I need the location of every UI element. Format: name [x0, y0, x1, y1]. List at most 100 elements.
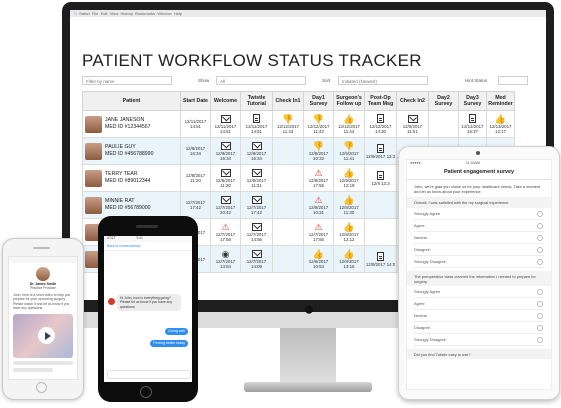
status-cell[interactable]: 12/8/2017 14:0	[364, 245, 397, 273]
patient-id-text: MED ID #89012344	[105, 178, 151, 184]
status-cell[interactable]	[272, 137, 304, 165]
status-cell[interactable]	[364, 218, 397, 246]
status-cell[interactable]: 12/8/2017 11:20	[210, 164, 241, 192]
status-cell[interactable]: ⚠ 12/7/2017 17:56	[303, 218, 334, 246]
column-header[interactable]: Start Date	[180, 91, 211, 111]
status-cell[interactable]: 👍 12/13/2017 12:17	[486, 110, 515, 138]
sort-label: Sort	[322, 78, 331, 83]
column-header[interactable]: Day2 Survey	[428, 91, 459, 111]
column-header[interactable]: Check In2	[396, 91, 429, 111]
envelope-icon	[220, 141, 231, 150]
column-header[interactable]: Med Reminder	[486, 91, 515, 111]
patient-id-text: MED ID #12344567	[105, 124, 151, 130]
status-cell[interactable]: 👍 12/8/2017 13:16	[333, 245, 365, 273]
status-cell[interactable]	[364, 191, 397, 219]
status-cell[interactable]: 👍 12/8/2017 12:12	[333, 218, 365, 246]
thumbs-up-icon: 👍	[343, 113, 355, 124]
status-cell[interactable]: 12/13/2017 16:37	[458, 110, 487, 138]
status-cell[interactable]: 👍 12/8/2017 11:30	[333, 191, 365, 219]
status-cell[interactable]: 12/11/2017 14:51	[240, 110, 273, 138]
status-cell[interactable]: 12/7/2017 20:42	[210, 191, 241, 219]
home-button[interactable]	[140, 386, 152, 398]
received-message: Hi John, how is everything going? Please…	[117, 294, 181, 312]
status-cell[interactable]: 👍 12/8/2017 10:53	[303, 245, 334, 273]
status-cell[interactable]: 12/7/2017 14:56	[240, 218, 273, 246]
message-input[interactable]	[107, 370, 191, 379]
status-cell[interactable]	[272, 164, 304, 192]
question-text: Overall, I was satisfied with the my sur…	[414, 200, 510, 206]
hint-status-input[interactable]	[498, 76, 528, 85]
status-timestamp: 12/8/2017 13:16	[339, 258, 359, 269]
patient-name-text: PAULIE GUY	[105, 144, 136, 150]
status-cell[interactable]: 12/9/2017 13:3	[364, 137, 397, 165]
status-time: 9:41	[136, 236, 143, 240]
patient-id-text: MED ID #456788990	[105, 151, 154, 157]
video-thumbnail[interactable]	[13, 314, 73, 359]
column-header[interactable]: Check In1	[272, 91, 304, 111]
message-body: John, here is a short video to help you …	[13, 292, 71, 311]
status-cell[interactable]: 👎 12/9/2017 10:32	[303, 137, 334, 165]
filter-name-input[interactable]: Filter by name	[82, 76, 172, 85]
status-cell[interactable]: 👎 12/9/2017 11:41	[333, 137, 365, 165]
patient-cell[interactable]: MINNIE RAT MED ID #56789000	[82, 191, 181, 219]
start-date-cell: 12/8/2017 11:20	[180, 164, 211, 192]
status-timestamp: 12/8/2017 16:34	[246, 150, 267, 161]
survey-option[interactable]: Neutral	[414, 232, 544, 244]
thumbs-down-icon: 👎	[312, 113, 325, 124]
status-cell[interactable]	[272, 191, 304, 219]
patient-name: JANE JANESON MED ID #12344567	[105, 117, 151, 131]
survey-option[interactable]: Agree	[414, 298, 544, 311]
show-select[interactable]: All	[216, 76, 306, 85]
status-cell[interactable]: 12/7/2017 14:09	[240, 245, 273, 273]
status-cell[interactable]: 12/9 13:3	[364, 164, 397, 192]
speaker-icon	[33, 247, 50, 249]
status-cell[interactable]: 12/8/2017 11:31	[240, 164, 273, 192]
status-cell[interactable]: 12/11/2017 14:51	[210, 110, 241, 138]
column-header[interactable]: Welcome	[210, 91, 241, 111]
survey-option[interactable]: Strongly Agree	[414, 208, 544, 220]
warning-icon: ⚠	[314, 221, 323, 232]
status-cell[interactable]: 12/7/2017 17:42	[240, 191, 273, 219]
status-cell[interactable]	[272, 245, 304, 273]
status-cell[interactable]: ⚠ 12/8/2017 10:31	[303, 191, 334, 219]
status-cell[interactable]: ⚠ 12/7/2017 17:56	[210, 218, 241, 246]
survey-option[interactable]: Strongly Disagree	[414, 256, 544, 268]
status-cell[interactable]: ⚠ 12/9/2017 17:56	[303, 164, 334, 192]
status-cell[interactable]: 👍 12/9/2017 12:18	[333, 164, 365, 192]
column-header[interactable]: Post-Op Team Msg	[364, 91, 397, 111]
survey-option[interactable]: Disagree	[414, 322, 544, 335]
home-button[interactable]	[36, 382, 47, 393]
status-cell[interactable]	[428, 110, 459, 138]
status-cell[interactable]: 12/9/2017 11:51	[396, 110, 429, 138]
status-cell[interactable]: 👍 12/12/2017 11:44	[333, 110, 365, 138]
survey-option[interactable]: Agree	[414, 220, 544, 232]
status-timestamp: 12/9/2017 10:32	[308, 150, 329, 161]
survey-option[interactable]: Strongly Agree	[414, 286, 544, 299]
status-cell[interactable]: 12/8/2017 16:34	[210, 137, 241, 165]
status-cell[interactable]: 👎 12/12/2017 11:43	[303, 110, 334, 138]
status-cell[interactable]: ◉ 12/7/2017 14:54	[210, 245, 241, 273]
status-cell[interactable]: 12/12/2017 14:30	[364, 110, 397, 138]
column-header[interactable]: Day1 Survey	[303, 91, 334, 111]
speaker-icon	[136, 225, 158, 228]
back-link[interactable]: Back to conversations	[104, 242, 192, 251]
column-header[interactable]: Surgeon's Follow up	[333, 91, 365, 111]
patient-cell[interactable]: TERRY TEAR MED ID #89012344	[82, 164, 181, 192]
question-text: Did you find Twistle easy to use?	[414, 352, 471, 358]
envelope-icon	[251, 195, 262, 204]
table-row[interactable]: JANE JANESON MED ID #12344567 12/11/2017 1…	[82, 110, 515, 138]
column-header[interactable]: Patient	[82, 91, 181, 111]
status-cell[interactable]: 👎 12/12/2017 11:43	[272, 110, 304, 138]
patient-cell[interactable]: JANE JANESON MED ID #12344567	[82, 110, 181, 138]
survey-intro: John, we're glad you chose us for your h…	[414, 184, 541, 195]
survey-option[interactable]: Neutral	[414, 310, 544, 323]
survey-option[interactable]: Strongly Disagree	[414, 334, 544, 347]
sort-select[interactable]: Initiated (Newest)	[338, 76, 428, 85]
patient-cell[interactable]: PAULIE GUY MED ID #456788990	[82, 137, 181, 165]
sent-message: Feeling better today	[150, 340, 188, 347]
status-cell[interactable]: 12/8/2017 16:34	[240, 137, 273, 165]
status-cell[interactable]	[272, 218, 304, 246]
survey-option[interactable]: Disagree	[414, 244, 544, 256]
column-header[interactable]: Twistle Tutorial	[240, 91, 273, 111]
column-header[interactable]: Day3 Survey	[458, 91, 487, 111]
